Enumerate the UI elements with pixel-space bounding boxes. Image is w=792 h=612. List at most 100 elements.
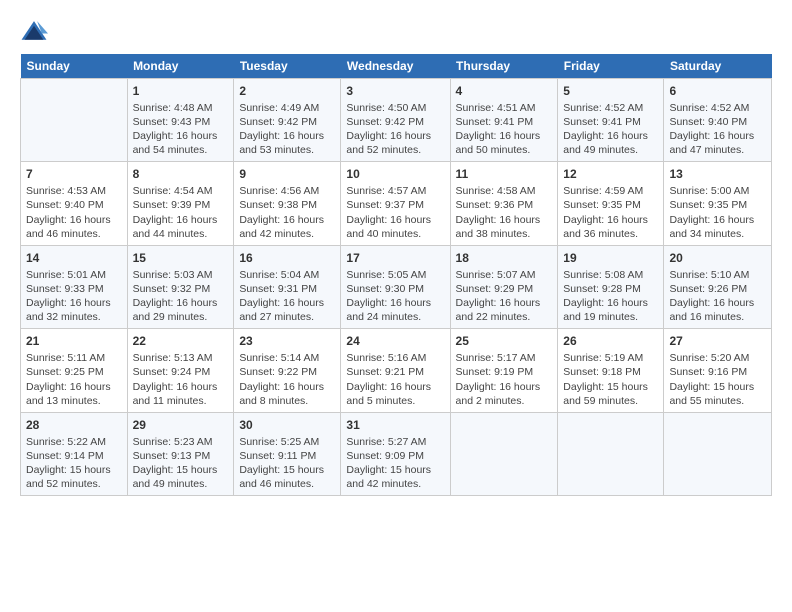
cell-info: Sunrise: 4:52 AM Sunset: 9:41 PM Dayligh… [563,101,658,158]
cell-3-7: 20Sunrise: 5:10 AM Sunset: 9:26 PM Dayli… [664,245,772,328]
day-number: 2 [239,83,335,100]
cell-info: Sunrise: 5:16 AM Sunset: 9:21 PM Dayligh… [346,351,444,408]
day-number: 22 [133,333,229,350]
cell-3-6: 19Sunrise: 5:08 AM Sunset: 9:28 PM Dayli… [558,245,664,328]
col-header-sunday: Sunday [21,54,128,79]
day-number: 31 [346,417,444,434]
day-number: 28 [26,417,122,434]
cell-2-1: 7Sunrise: 4:53 AM Sunset: 9:40 PM Daylig… [21,162,128,245]
cell-info: Sunrise: 5:27 AM Sunset: 9:09 PM Dayligh… [346,435,444,492]
day-number: 12 [563,166,658,183]
cell-2-5: 11Sunrise: 4:58 AM Sunset: 9:36 PM Dayli… [450,162,558,245]
logo-icon [20,18,48,46]
day-number: 9 [239,166,335,183]
cell-2-3: 9Sunrise: 4:56 AM Sunset: 9:38 PM Daylig… [234,162,341,245]
cell-info: Sunrise: 5:14 AM Sunset: 9:22 PM Dayligh… [239,351,335,408]
cell-1-3: 2Sunrise: 4:49 AM Sunset: 9:42 PM Daylig… [234,79,341,162]
cell-info: Sunrise: 5:23 AM Sunset: 9:13 PM Dayligh… [133,435,229,492]
day-number: 30 [239,417,335,434]
week-row-4: 21Sunrise: 5:11 AM Sunset: 9:25 PM Dayli… [21,329,772,412]
cell-info: Sunrise: 4:48 AM Sunset: 9:43 PM Dayligh… [133,101,229,158]
cell-info: Sunrise: 4:52 AM Sunset: 9:40 PM Dayligh… [669,101,766,158]
cell-info: Sunrise: 5:22 AM Sunset: 9:14 PM Dayligh… [26,435,122,492]
cell-info: Sunrise: 5:05 AM Sunset: 9:30 PM Dayligh… [346,268,444,325]
cell-5-2: 29Sunrise: 5:23 AM Sunset: 9:13 PM Dayli… [127,412,234,495]
day-number: 10 [346,166,444,183]
day-number: 27 [669,333,766,350]
day-number: 3 [346,83,444,100]
header-row: SundayMondayTuesdayWednesdayThursdayFrid… [21,54,772,79]
day-number: 14 [26,250,122,267]
col-header-thursday: Thursday [450,54,558,79]
cell-5-4: 31Sunrise: 5:27 AM Sunset: 9:09 PM Dayli… [341,412,450,495]
cell-1-4: 3Sunrise: 4:50 AM Sunset: 9:42 PM Daylig… [341,79,450,162]
cell-3-4: 17Sunrise: 5:05 AM Sunset: 9:30 PM Dayli… [341,245,450,328]
day-number: 19 [563,250,658,267]
day-number: 29 [133,417,229,434]
cell-info: Sunrise: 4:49 AM Sunset: 9:42 PM Dayligh… [239,101,335,158]
cell-5-6 [558,412,664,495]
cell-info: Sunrise: 5:19 AM Sunset: 9:18 PM Dayligh… [563,351,658,408]
cell-3-1: 14Sunrise: 5:01 AM Sunset: 9:33 PM Dayli… [21,245,128,328]
day-number: 4 [456,83,553,100]
cell-info: Sunrise: 5:08 AM Sunset: 9:28 PM Dayligh… [563,268,658,325]
cell-5-5 [450,412,558,495]
day-number: 15 [133,250,229,267]
cell-4-1: 21Sunrise: 5:11 AM Sunset: 9:25 PM Dayli… [21,329,128,412]
calendar-table: SundayMondayTuesdayWednesdayThursdayFrid… [20,54,772,496]
week-row-3: 14Sunrise: 5:01 AM Sunset: 9:33 PM Dayli… [21,245,772,328]
header [20,18,772,46]
day-number: 5 [563,83,658,100]
cell-info: Sunrise: 5:00 AM Sunset: 9:35 PM Dayligh… [669,184,766,241]
cell-info: Sunrise: 5:11 AM Sunset: 9:25 PM Dayligh… [26,351,122,408]
day-number: 26 [563,333,658,350]
day-number: 25 [456,333,553,350]
cell-info: Sunrise: 4:59 AM Sunset: 9:35 PM Dayligh… [563,184,658,241]
cell-3-5: 18Sunrise: 5:07 AM Sunset: 9:29 PM Dayli… [450,245,558,328]
day-number: 17 [346,250,444,267]
cell-info: Sunrise: 5:10 AM Sunset: 9:26 PM Dayligh… [669,268,766,325]
cell-5-7 [664,412,772,495]
cell-info: Sunrise: 5:03 AM Sunset: 9:32 PM Dayligh… [133,268,229,325]
cell-info: Sunrise: 4:57 AM Sunset: 9:37 PM Dayligh… [346,184,444,241]
col-header-wednesday: Wednesday [341,54,450,79]
cell-info: Sunrise: 4:51 AM Sunset: 9:41 PM Dayligh… [456,101,553,158]
cell-4-7: 27Sunrise: 5:20 AM Sunset: 9:16 PM Dayli… [664,329,772,412]
day-number: 1 [133,83,229,100]
cell-1-6: 5Sunrise: 4:52 AM Sunset: 9:41 PM Daylig… [558,79,664,162]
week-row-5: 28Sunrise: 5:22 AM Sunset: 9:14 PM Dayli… [21,412,772,495]
page: SundayMondayTuesdayWednesdayThursdayFrid… [0,0,792,508]
cell-2-7: 13Sunrise: 5:00 AM Sunset: 9:35 PM Dayli… [664,162,772,245]
cell-5-3: 30Sunrise: 5:25 AM Sunset: 9:11 PM Dayli… [234,412,341,495]
day-number: 8 [133,166,229,183]
cell-info: Sunrise: 5:01 AM Sunset: 9:33 PM Dayligh… [26,268,122,325]
cell-info: Sunrise: 4:53 AM Sunset: 9:40 PM Dayligh… [26,184,122,241]
day-number: 20 [669,250,766,267]
day-number: 23 [239,333,335,350]
day-number: 6 [669,83,766,100]
cell-2-6: 12Sunrise: 4:59 AM Sunset: 9:35 PM Dayli… [558,162,664,245]
col-header-tuesday: Tuesday [234,54,341,79]
cell-4-3: 23Sunrise: 5:14 AM Sunset: 9:22 PM Dayli… [234,329,341,412]
cell-2-2: 8Sunrise: 4:54 AM Sunset: 9:39 PM Daylig… [127,162,234,245]
col-header-monday: Monday [127,54,234,79]
cell-info: Sunrise: 4:50 AM Sunset: 9:42 PM Dayligh… [346,101,444,158]
day-number: 24 [346,333,444,350]
cell-4-4: 24Sunrise: 5:16 AM Sunset: 9:21 PM Dayli… [341,329,450,412]
cell-1-2: 1Sunrise: 4:48 AM Sunset: 9:43 PM Daylig… [127,79,234,162]
cell-3-3: 16Sunrise: 5:04 AM Sunset: 9:31 PM Dayli… [234,245,341,328]
cell-1-1 [21,79,128,162]
cell-info: Sunrise: 5:25 AM Sunset: 9:11 PM Dayligh… [239,435,335,492]
cell-4-6: 26Sunrise: 5:19 AM Sunset: 9:18 PM Dayli… [558,329,664,412]
cell-info: Sunrise: 5:20 AM Sunset: 9:16 PM Dayligh… [669,351,766,408]
day-number: 21 [26,333,122,350]
cell-info: Sunrise: 5:13 AM Sunset: 9:24 PM Dayligh… [133,351,229,408]
col-header-saturday: Saturday [664,54,772,79]
week-row-1: 1Sunrise: 4:48 AM Sunset: 9:43 PM Daylig… [21,79,772,162]
col-header-friday: Friday [558,54,664,79]
cell-info: Sunrise: 4:58 AM Sunset: 9:36 PM Dayligh… [456,184,553,241]
week-row-2: 7Sunrise: 4:53 AM Sunset: 9:40 PM Daylig… [21,162,772,245]
day-number: 16 [239,250,335,267]
cell-1-7: 6Sunrise: 4:52 AM Sunset: 9:40 PM Daylig… [664,79,772,162]
cell-info: Sunrise: 5:04 AM Sunset: 9:31 PM Dayligh… [239,268,335,325]
